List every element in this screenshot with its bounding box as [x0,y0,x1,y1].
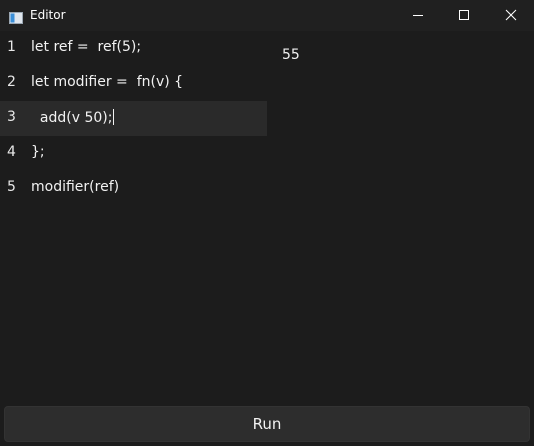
line-text-with-caret[interactable]: add(v 50); [31,109,115,127]
code-editor[interactable]: 1 let ref = ref(5); 2 let modifier = fn(… [0,31,267,401]
window-title: Editor [30,8,66,22]
minimize-icon [413,15,423,16]
line-text[interactable]: let ref = ref(5); [31,39,141,56]
line-number: 4 [7,144,16,160]
code-line[interactable]: 1 let ref = ref(5); [0,31,267,66]
close-icon [505,9,517,21]
line-text[interactable]: add(v 50); [31,110,113,126]
app-icon [9,9,23,24]
code-line[interactable]: 5 modifier(ref) [0,171,267,206]
line-number: 3 [7,109,16,125]
run-button[interactable]: Run [4,406,530,442]
close-button[interactable] [488,0,534,31]
code-line-current[interactable]: 3 add(v 50); [0,101,267,136]
line-text[interactable]: let modifier = fn(v) { [31,74,183,91]
line-text[interactable]: }; [31,144,45,161]
line-number: 5 [7,179,16,195]
code-line[interactable]: 4 }; [0,136,267,171]
minimize-button[interactable] [395,0,441,31]
line-text[interactable]: modifier(ref) [31,179,119,196]
editor-window: Editor 1 let ref = ref(5); 2 let modifie… [0,0,534,446]
maximize-button[interactable] [441,0,487,31]
code-line[interactable]: 2 let modifier = fn(v) { [0,66,267,101]
maximize-icon [459,10,469,20]
text-caret [113,109,115,125]
output-value: 55 [282,47,300,63]
title-bar[interactable]: Editor [0,0,534,31]
line-number: 1 [7,39,16,55]
line-number: 2 [7,74,16,90]
